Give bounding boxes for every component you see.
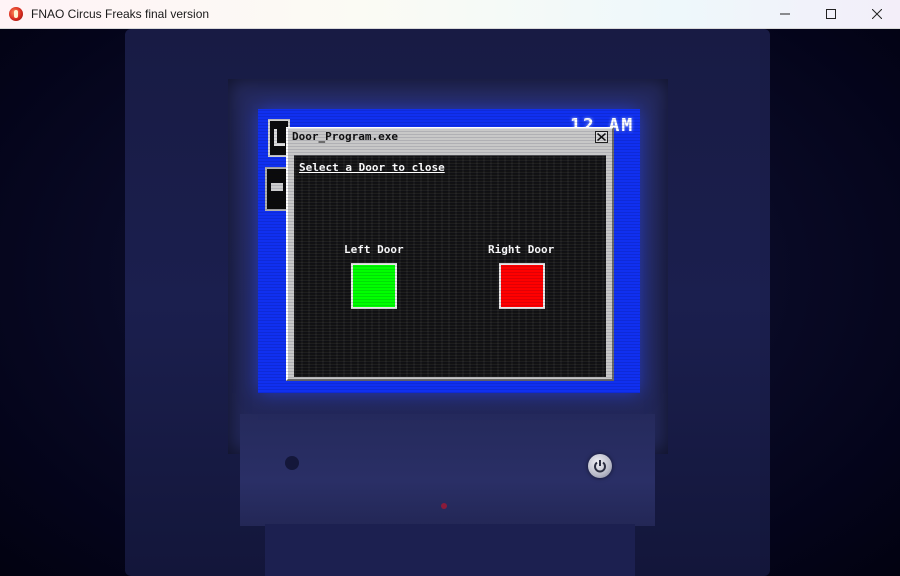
game-scene: 12 AM Door_Program.exe Select a Door to … [0,29,900,576]
minimize-icon [780,13,790,15]
right-door-button[interactable] [499,263,545,309]
left-door-button[interactable] [351,263,397,309]
minimize-button[interactable] [762,0,808,28]
door-program-close-button[interactable] [595,131,608,143]
maximize-icon [826,9,836,19]
close-button[interactable] [854,0,900,28]
title-bar: FNAO Circus Freaks final version [0,0,900,29]
window-title: FNAO Circus Freaks final version [31,7,210,21]
window-controls [762,0,900,28]
app-window: FNAO Circus Freaks final version 12 AM D… [0,0,900,576]
door-program-body: Select a Door to close Left Door Right D… [294,155,606,377]
left-door-label: Left Door [344,243,404,256]
power-button[interactable] [588,454,612,478]
door-program-title: Door_Program.exe [292,130,398,143]
close-icon [872,9,882,19]
door-program-window: Door_Program.exe Select a Door to close … [286,127,614,381]
monitor-base [265,524,635,576]
app-logo-icon [9,7,23,21]
right-door-label: Right Door [488,243,555,256]
monitor-led [441,503,447,509]
select-door-prompt: Select a Door to close [299,161,445,174]
power-icon [594,460,606,473]
monitor-knob [285,456,299,470]
maximize-button[interactable] [808,0,854,28]
close-icon [597,133,606,141]
crt-screen: 12 AM Door_Program.exe Select a Door to … [258,109,640,393]
